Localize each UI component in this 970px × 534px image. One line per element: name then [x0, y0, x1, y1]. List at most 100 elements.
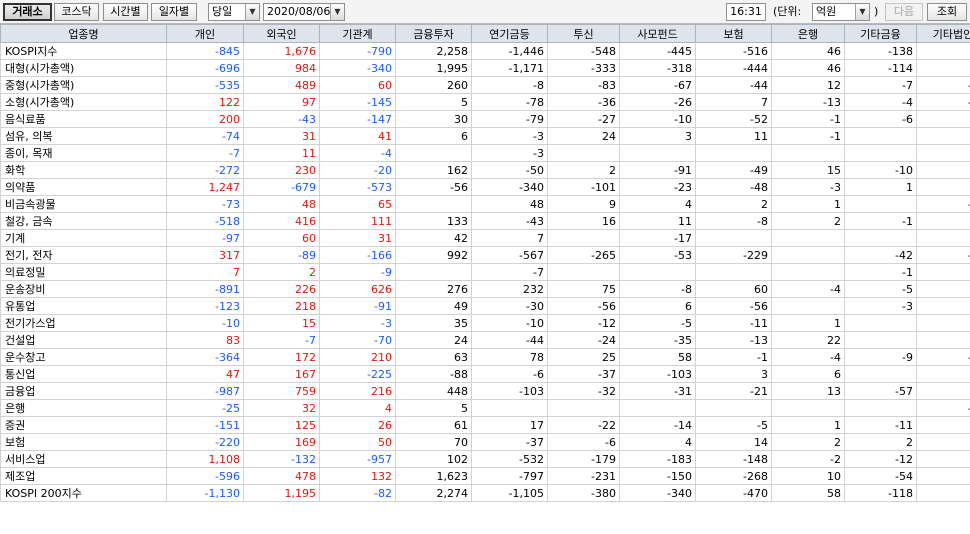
value-cell: -148 [695, 450, 772, 468]
value-cell: -1 [771, 110, 845, 128]
table-row[interactable]: 음식료품200-43-14730-79-27-10-52-1-6-8 [0, 110, 970, 128]
table-row[interactable]: 서비스업 1,108 -132 -957 102 -532 -179 -183 -148 -2 -1… [0, 450, 970, 468]
table-row[interactable]: 증권 -151 125 26 61 17 -22 -14 -5 1 -11 [0, 416, 970, 434]
value-cell [916, 297, 970, 315]
column-header[interactable]: 금융투자 [395, 24, 472, 43]
column-header[interactable]: 보험 [695, 24, 772, 43]
table-row[interactable]: 종이, 목재-711-4 -3 1 [0, 144, 970, 162]
value-cell: -8 [471, 76, 548, 94]
table-row[interactable]: 철강, 금속-518416111133-431611-82-1-4 [0, 212, 970, 230]
value-cell: -1 [916, 314, 970, 332]
value-cell [395, 144, 472, 162]
column-header[interactable]: 투신 [547, 24, 620, 43]
table-row[interactable]: 제조업-5964781321,623-797-231-150-26810-541… [0, 467, 970, 485]
value-cell: -43 [916, 93, 970, 111]
table-row[interactable]: 은행-253245 -10 [0, 399, 970, 417]
calendar-dropdown-icon[interactable]: ▼ [330, 4, 344, 20]
value-cell: 162 [395, 161, 472, 179]
value-cell: -21 [695, 382, 772, 400]
value-cell: -56 [395, 178, 472, 196]
table-row[interactable]: 운수창고-36417221063782558-1-4-9-16 [0, 348, 970, 366]
value-cell: 60 [243, 229, 320, 247]
table-row[interactable]: 보험-2201695070-37-6414222 [0, 433, 970, 451]
value-cell: 10 [771, 467, 845, 485]
value-cell: -7 [471, 263, 548, 281]
value-cell: 102 [395, 450, 472, 468]
value-cell: -97 [166, 229, 244, 247]
date-picker[interactable]: 2020/08/06 ▼ [263, 3, 345, 21]
search-button[interactable]: 조회 [927, 3, 967, 21]
value-cell: -596 [166, 467, 244, 485]
table-row[interactable]: 소형(시가총액)12297-1455-78-36-267-13-4-43 [0, 93, 970, 111]
table-row[interactable]: KOSPI 200지수 -1,130 1,195 -82 2,274 -1,105 -380… [0, 484, 970, 502]
value-cell [619, 399, 696, 417]
value-cell: -797 [471, 467, 548, 485]
table-header-row: 업종명 개인 외국인 기관계 금융투자 연기금등 투신 사모펀드 보험 은행 기타금융 기타법인 [0, 24, 970, 43]
value-cell: 1,108 [166, 450, 244, 468]
value-cell [771, 229, 845, 247]
table-row[interactable]: 전기가스업-1015-335-10-12-5-111-1 [0, 314, 970, 332]
chevron-down-icon[interactable]: ▼ [855, 4, 869, 20]
unit-select[interactable]: 억원 ▼ [812, 3, 870, 21]
tab-kospi[interactable]: 거래소 [3, 3, 52, 21]
value-cell: -845 [166, 42, 244, 60]
column-header[interactable]: 사모펀드 [619, 24, 696, 43]
value-cell: 7 [916, 382, 970, 400]
value-cell: -445 [619, 42, 696, 60]
value-cell: -91 [319, 297, 396, 315]
column-header[interactable]: 개인 [166, 24, 244, 43]
table-row[interactable]: 대형(시가총액) -696 984 -340 1,995 -1,171 -333 -318 -4… [0, 59, 970, 77]
table-row[interactable]: 금융업-987759216448-103-32-31-2113-577 [0, 382, 970, 400]
column-header[interactable]: 외국인 [243, 24, 320, 43]
table-row[interactable]: 운송장비-89122662627623275-860-4-545 [0, 280, 970, 298]
chevron-down-icon[interactable]: ▼ [245, 4, 259, 20]
table-row[interactable]: 통신업47167-225-88-6-37-10336 9 [0, 365, 970, 383]
column-header[interactable]: 기타법인 [916, 24, 970, 43]
date-value: 2020/08/06 [267, 5, 331, 18]
tab-kosdaq[interactable]: 코스닥 [54, 3, 99, 21]
value-cell: 49 [395, 297, 472, 315]
value-cell: 3 [695, 365, 772, 383]
column-header[interactable]: 기타금융 [844, 24, 917, 43]
table-row[interactable]: 중형(시가총액)-53548960260-8-83-67-4412-7-28 [0, 76, 970, 94]
column-header[interactable]: 연기금등 [471, 24, 548, 43]
sector-name-cell: 음식료품 [0, 110, 167, 128]
value-cell: -101 [547, 178, 620, 196]
sector-name-cell: 의료정밀 [0, 263, 167, 281]
table-row[interactable]: KOSPI지수 -845 1,676 -790 2,258 -1,446 -548 -445-… [0, 42, 970, 60]
column-header[interactable]: 은행 [771, 24, 845, 43]
sector-name-cell: 금융업 [0, 382, 167, 400]
value-cell: -12 [547, 314, 620, 332]
table-row[interactable]: 섬유, 의복-7431416-324311-1 1 [0, 127, 970, 145]
value-cell: -340 [319, 59, 396, 77]
tab-by-time[interactable]: 시간별 [103, 3, 148, 21]
value-cell: -36 [547, 93, 620, 111]
value-cell [844, 144, 917, 162]
value-cell: 11 [916, 42, 970, 60]
period-select[interactable]: 당일 ▼ [208, 3, 260, 21]
value-cell [547, 229, 620, 247]
table-row[interactable]: 유통업 -123 218 -91 49 -30 -56 6 -56 -3 [0, 297, 970, 315]
value-cell: 13 [771, 382, 845, 400]
tab-by-date[interactable]: 일자별 [151, 3, 197, 21]
value-cell: -516 [695, 42, 772, 60]
table-row[interactable]: 건설업83-7-7024-44-24-35-1322 -4 [0, 331, 970, 349]
table-row[interactable]: 의약품1,247-679-573-56-340-101-23-48-31-5 [0, 178, 970, 196]
table-row[interactable]: 화학-272230-20162-502-91-4915-1094 [0, 161, 970, 179]
table-row[interactable]: 비금속광물-734865489421-42 [0, 195, 970, 213]
value-cell: 1,247 [166, 178, 244, 196]
value-cell: -318 [619, 59, 696, 77]
sector-name-cell: 대형(시가총액) [0, 59, 167, 77]
table-row[interactable]: 전기, 전자317-89-166992-567-265-53-229 -42-64 [0, 246, 970, 264]
table-row[interactable]: 의료정밀 7 2 -9 -7 -1 [0, 263, 970, 281]
sector-name-cell: KOSPI 200지수 [0, 484, 167, 502]
next-button[interactable]: 다음 [885, 3, 923, 21]
value-cell: 15 [243, 314, 320, 332]
value-cell: -42 [844, 246, 917, 264]
value-cell: -25 [166, 399, 244, 417]
table-row[interactable]: 기계-976031427 -17 6 [0, 229, 970, 247]
sector-name-cell: 운수창고 [0, 348, 167, 366]
value-cell: -3 [844, 297, 917, 315]
column-header[interactable]: 기관계 [319, 24, 396, 43]
column-header[interactable]: 업종명 [0, 24, 167, 43]
